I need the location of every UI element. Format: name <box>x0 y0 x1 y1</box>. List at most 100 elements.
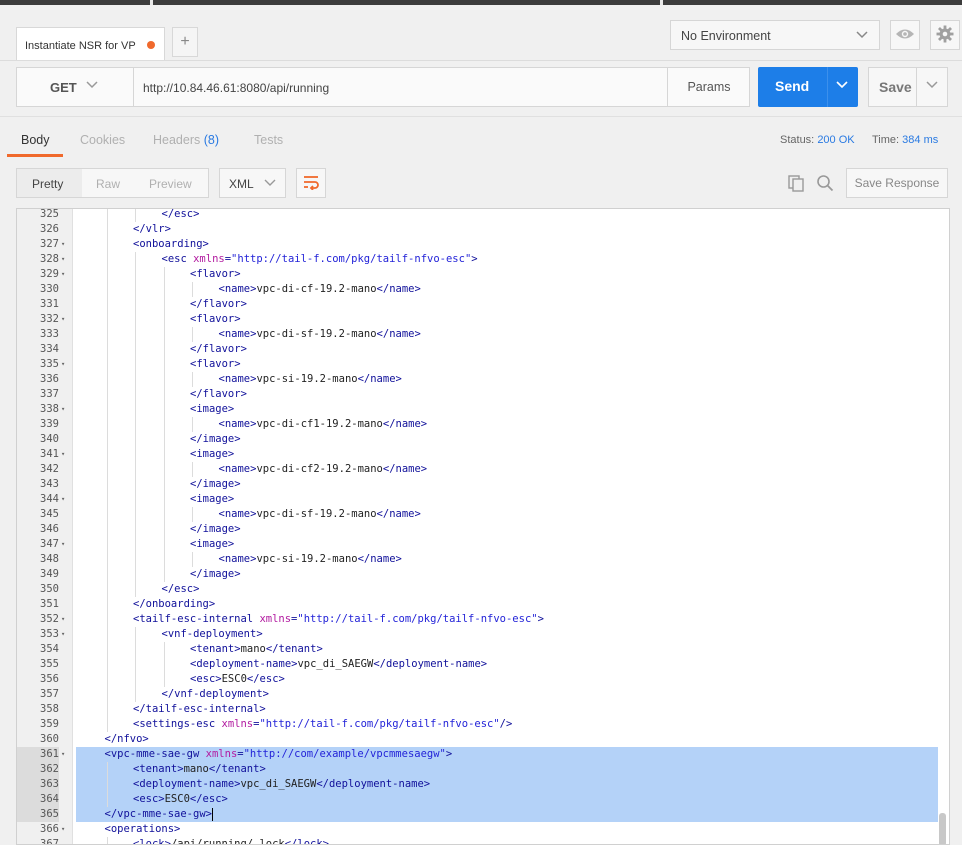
code-line: 343 </image> <box>17 477 949 492</box>
code-token: <image> <box>190 403 235 415</box>
code-text: </vlr> <box>133 222 171 237</box>
fold-toggle-icon[interactable]: ▾ <box>61 492 71 507</box>
code-token: xmlns <box>221 718 254 730</box>
line-number: 343 <box>40 478 59 490</box>
method-select[interactable]: GET <box>17 68 134 106</box>
code-line: 336 <name>vpc-si-19.2-mano</name> <box>17 372 949 387</box>
code-token: ESC0 <box>164 793 190 805</box>
tab-tests[interactable]: Tests <box>254 133 283 147</box>
wrap-lines-button[interactable] <box>296 168 326 198</box>
code-text: </vpc-mme-sae-gw> <box>105 807 213 822</box>
view-raw-button[interactable]: Raw <box>96 177 120 191</box>
code-token: </image> <box>190 568 241 580</box>
indent-guide <box>163 492 165 507</box>
fold-toggle-icon[interactable]: ▾ <box>61 747 71 762</box>
fold-toggle-icon[interactable]: ▾ <box>61 537 71 552</box>
fold-toggle-icon[interactable]: ▾ <box>61 402 71 417</box>
indent-guide <box>106 537 108 552</box>
fold-toggle-icon[interactable]: ▾ <box>61 627 71 642</box>
fold-toggle-icon[interactable]: ▾ <box>61 252 71 267</box>
line-number: 328 <box>40 253 59 265</box>
line-number: 361 <box>17 747 59 762</box>
indent-guide <box>192 417 193 432</box>
tab-headers[interactable]: Headers (8) <box>153 133 219 147</box>
code-text: <name>vpc-di-sf-19.2-mano</name> <box>219 327 421 342</box>
params-button[interactable]: Params <box>667 68 750 106</box>
code-text: </flavor> <box>190 387 247 402</box>
code-token: <esc> <box>133 793 165 805</box>
indent-guide <box>163 432 165 447</box>
indent-guide <box>192 282 193 297</box>
code-line: 367 <lock>/api/running/_lock</lock> <box>17 837 949 845</box>
code-token: <name> <box>218 328 257 340</box>
view-pretty-button[interactable]: Pretty <box>32 177 63 191</box>
code-token: </deployment-name> <box>316 778 431 790</box>
copy-icon[interactable] <box>787 174 805 195</box>
environment-select[interactable]: No Environment <box>670 20 880 50</box>
indent-guide <box>192 507 193 522</box>
code-token: "http://com/example/vpcmmesaegw" <box>243 748 446 760</box>
tab-cookies[interactable]: Cookies <box>80 133 125 147</box>
search-icon[interactable] <box>816 174 834 195</box>
fold-toggle-icon[interactable]: ▾ <box>61 612 71 627</box>
code-token: <flavor> <box>190 313 241 325</box>
code-text: <image> <box>190 492 234 507</box>
code-line: 328 ▾ <esc xmlns="http://tail-f.com/pkg/ta… <box>17 252 949 267</box>
indent-guide <box>135 327 136 342</box>
indent-guide <box>135 432 136 447</box>
indent-guide <box>135 492 136 507</box>
format-select[interactable]: XML <box>219 168 286 198</box>
code-line: 345 <name>vpc-di-sf-19.2-mano</name> <box>17 507 949 522</box>
save-options-chevron-icon[interactable] <box>925 77 939 94</box>
code-line: 329 ▾ <flavor> <box>17 267 949 282</box>
indent-guide <box>135 282 136 297</box>
save-response-button[interactable]: Save Response <box>846 168 948 198</box>
indent-guide <box>135 357 136 372</box>
code-token: <lock> <box>133 838 171 845</box>
line-number: 353 <box>40 628 59 640</box>
add-tab-button[interactable]: + <box>172 27 198 57</box>
indent-guide <box>106 209 108 222</box>
code-text: <name>vpc-si-19.2-mano</name> <box>219 552 402 567</box>
code-token: <image> <box>190 448 235 460</box>
code-token: </name> <box>382 463 428 475</box>
code-token: </flavor> <box>190 343 247 355</box>
code-token: <tenant> <box>190 643 241 655</box>
indent-guide <box>135 252 136 267</box>
fold-toggle-icon[interactable]: ▾ <box>61 267 71 282</box>
code-token: </esc> <box>189 793 228 805</box>
line-number: 358 <box>40 703 59 715</box>
code-line: 349 </image> <box>17 567 949 582</box>
indent-guide <box>135 672 136 687</box>
indent-guide <box>192 372 193 387</box>
response-body-editor[interactable]: 325 </esc> 326 </vlr> 327 ▾ <onboarding> 328 ▾ <e… <box>16 208 950 845</box>
line-number: 352 <box>40 613 59 625</box>
line-number: 336 <box>40 373 59 385</box>
url-input[interactable]: http://10.84.46.61:8080/api/running <box>143 81 329 95</box>
fold-toggle-icon[interactable]: ▾ <box>61 237 71 252</box>
fold-toggle-icon[interactable]: ▾ <box>61 357 71 372</box>
save-button[interactable]: Save <box>868 67 948 107</box>
fold-toggle-icon[interactable]: ▾ <box>61 447 71 462</box>
request-tab-bar: Instantiate NSR for VP + No Environment <box>0 5 962 62</box>
environment-quick-look-button[interactable] <box>890 20 920 50</box>
format-value: XML <box>229 177 254 191</box>
code-text: <image> <box>190 537 234 552</box>
fold-toggle-icon[interactable]: ▾ <box>61 822 71 837</box>
tab-instantiate-nsr[interactable]: Instantiate NSR for VP <box>16 27 165 62</box>
vertical-scrollbar[interactable] <box>939 813 946 844</box>
view-preview-button[interactable]: Preview <box>149 177 192 191</box>
save-label: Save <box>879 79 912 95</box>
tab-body[interactable]: Body <box>21 133 50 147</box>
indent-guide <box>163 342 165 357</box>
code-token: </esc> <box>246 673 285 685</box>
code-line: 341 ▾ <image> <box>17 447 949 462</box>
code-text: <esc xmlns="http://tail-f.com/pkg/tailf-… <box>162 252 478 267</box>
line-number: 335 <box>40 358 59 370</box>
send-button[interactable]: Send <box>758 67 858 107</box>
manage-environments-button[interactable] <box>930 20 960 50</box>
indent-guide <box>135 477 136 492</box>
indent-guide <box>163 297 165 312</box>
fold-toggle-icon[interactable]: ▾ <box>61 312 71 327</box>
send-options-chevron-icon[interactable] <box>835 77 849 94</box>
